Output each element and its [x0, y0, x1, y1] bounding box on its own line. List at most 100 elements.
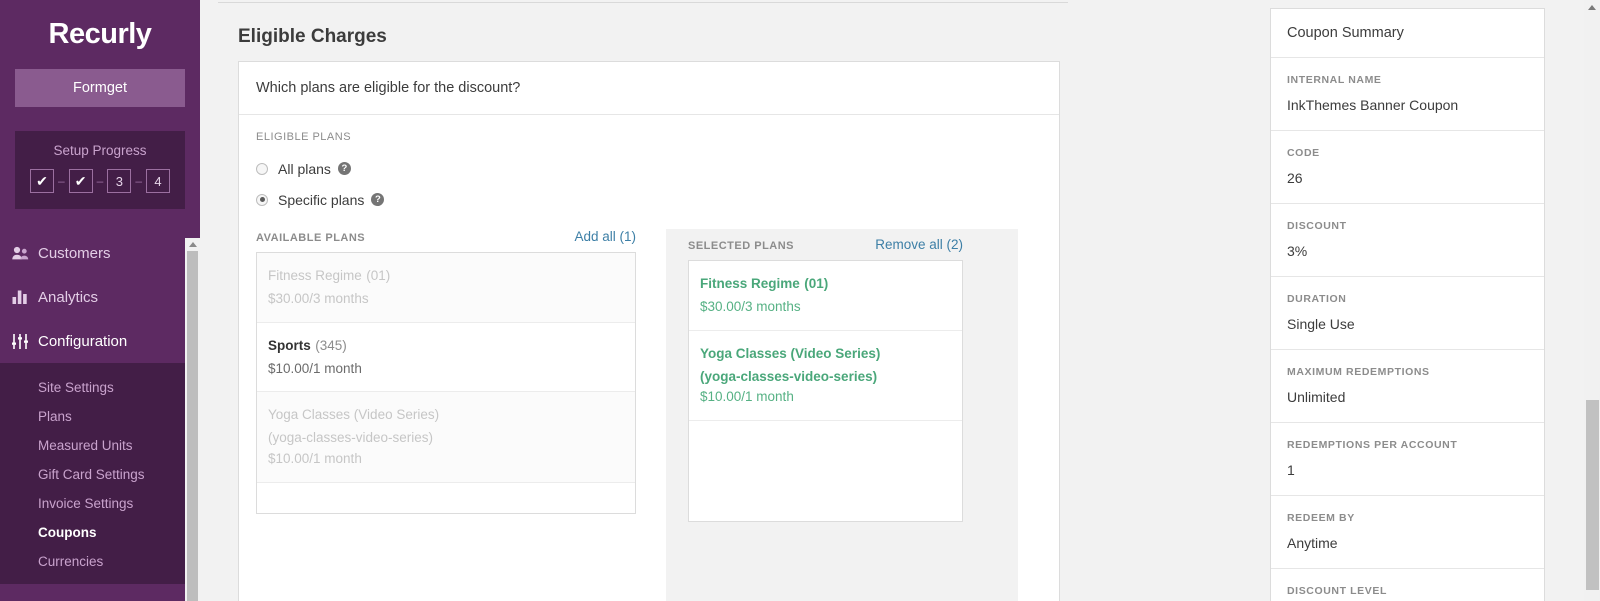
list-item[interactable]: Fitness Regime (01) $30.00/3 months: [257, 253, 635, 323]
list-item[interactable]: Fitness Regime (01) $30.00/3 months: [689, 261, 962, 331]
setup-step-4[interactable]: 4: [146, 169, 171, 193]
eligible-plans-body: ELIGIBLE PLANS All plans ? Specific plan…: [239, 115, 1059, 601]
radio-specific-plans-label: Specific plans: [278, 191, 365, 208]
list-item[interactable]: Sports (345) $10.00/1 month: [257, 323, 635, 393]
setup-progress-steps: ✔ – ✔ – 3 – 4: [15, 169, 185, 193]
available-plans-header: AVAILABLE PLANS Add all (1): [256, 229, 636, 252]
plan-slug: (yoga-classes-video-series): [268, 430, 434, 446]
summary-row-discount-level: DISCOUNT LEVEL: [1271, 569, 1544, 601]
summary-label: DURATION: [1287, 293, 1347, 305]
sidebar-item-site-settings[interactable]: Site Settings: [0, 373, 200, 402]
main-content: Eligible Charges Which plans are eligibl…: [200, 0, 1248, 601]
plan-code: (01): [804, 276, 829, 291]
summary-value: 1: [1287, 462, 1295, 478]
summary-row-redemptions-per-account: REDEMPTIONS PER ACCOUNT 1: [1271, 423, 1544, 496]
summary-value: InkThemes Banner Coupon: [1287, 97, 1459, 113]
available-plans-list[interactable]: Fitness Regime (01) $30.00/3 months Spor…: [256, 252, 636, 514]
sidebar-scrollbar-thumb[interactable]: [187, 251, 198, 601]
plan-price: $10.00/1 month: [268, 360, 362, 376]
summary-row-duration: DURATION Single Use: [1271, 277, 1544, 350]
add-all-link[interactable]: Add all (1): [574, 229, 636, 244]
sidebar-item-gift-card-settings[interactable]: Gift Card Settings: [0, 460, 200, 489]
plan-price: $10.00/1 month: [268, 451, 362, 467]
selected-plans-list[interactable]: Fitness Regime (01) $30.00/3 months Yoga…: [688, 260, 963, 522]
top-divider: [218, 2, 1068, 3]
radio-all-plans[interactable]: [256, 162, 268, 175]
plan-picker: AVAILABLE PLANS Add all (1) Fitness Regi…: [256, 229, 1042, 601]
sidebar-item-invoice-settings[interactable]: Invoice Settings: [0, 489, 200, 518]
step-separator: –: [96, 174, 104, 188]
sidebar-item-label: Configuration: [38, 332, 128, 350]
plan-name: Yoga Classes (Video Series): [268, 407, 440, 423]
option-specific-plans[interactable]: Specific plans ?: [256, 184, 1042, 215]
summary-card: Coupon Summary INTERNAL NAME InkThemes B…: [1270, 8, 1545, 601]
people-icon: [12, 246, 38, 260]
sidebar-scrollbar[interactable]: [185, 238, 200, 601]
radio-specific-plans[interactable]: [256, 193, 268, 206]
sidebar-item-plans[interactable]: Plans: [0, 402, 200, 431]
scroll-up-arrow-icon[interactable]: [1584, 0, 1600, 14]
help-icon[interactable]: ?: [337, 162, 351, 175]
summary-label: REDEMPTIONS PER ACCOUNT: [1287, 439, 1458, 451]
plan-price: $10.00/1 month: [700, 389, 794, 405]
summary-label: INTERNAL NAME: [1287, 74, 1382, 86]
list-item[interactable]: Yoga Classes (Video Series) (yoga-classe…: [689, 331, 962, 422]
plan-code: (345): [315, 337, 347, 353]
selected-plans-heading: SELECTED PLANS: [688, 240, 795, 252]
plan-price: $30.00/3 months: [700, 298, 801, 314]
sidebar-item-label: Customers: [38, 244, 111, 262]
summary-value: 26: [1287, 170, 1303, 186]
summary-row-maximum-redemptions: MAXIMUM REDEMPTIONS Unlimited: [1271, 350, 1544, 423]
available-plans-column: AVAILABLE PLANS Add all (1) Fitness Regi…: [256, 229, 636, 601]
eligible-plans-card: Which plans are eligible for the discoun…: [238, 61, 1060, 601]
summary-label: DISCOUNT LEVEL: [1287, 585, 1387, 597]
sidebar-item-customers[interactable]: Customers: [0, 231, 200, 275]
sidebar-item-coupons[interactable]: Coupons: [0, 518, 200, 547]
brand-logo[interactable]: Recurly: [0, 0, 200, 61]
selected-plans-column: SELECTED PLANS Remove all (2) Fitness Re…: [666, 229, 1018, 601]
summary-value: Single Use: [1287, 316, 1355, 332]
summary-value: Anytime: [1287, 535, 1338, 551]
available-plans-heading: AVAILABLE PLANS: [256, 232, 366, 244]
help-icon[interactable]: ?: [371, 193, 385, 206]
sliders-icon: [12, 333, 38, 349]
summary-row-redeem-by: REDEEM BY Anytime: [1271, 496, 1544, 569]
bar-chart-icon: [12, 290, 38, 304]
setup-step-3[interactable]: 3: [107, 169, 132, 193]
page-title: Eligible Charges: [238, 26, 387, 47]
page-scrollbar-thumb[interactable]: [1586, 400, 1599, 590]
summary-value: 3%: [1287, 243, 1308, 259]
sidebar-item-measured-units[interactable]: Measured Units: [0, 431, 200, 460]
option-all-plans[interactable]: All plans ?: [256, 153, 1042, 184]
selected-plans-header: SELECTED PLANS Remove all (2): [688, 237, 963, 260]
summary-row-code: CODE 26: [1271, 131, 1544, 204]
setup-step-2[interactable]: ✔: [68, 169, 93, 193]
plan-name: Fitness Regime: [268, 268, 362, 283]
sidebar-item-currencies[interactable]: Currencies: [0, 547, 200, 576]
summary-label: REDEEM BY: [1287, 512, 1355, 524]
list-item[interactable]: Yoga Classes (Video Series) (yoga-classe…: [257, 392, 635, 484]
scroll-up-arrow-icon[interactable]: [185, 238, 200, 251]
plan-name: Yoga Classes (Video Series): [700, 345, 881, 361]
app-root: Recurly Formget Setup Progress ✔ – ✔ – 3…: [0, 0, 1600, 601]
radio-all-plans-label: All plans: [278, 160, 331, 177]
sidebar-item-configuration[interactable]: Configuration: [0, 319, 200, 363]
summary-label: CODE: [1287, 147, 1320, 159]
plan-slug: (yoga-classes-video-series): [700, 368, 878, 384]
setup-step-1[interactable]: ✔: [29, 169, 54, 193]
step-separator: –: [135, 174, 143, 188]
step-separator: –: [57, 174, 65, 188]
remove-all-link[interactable]: Remove all (2): [875, 237, 963, 252]
eligible-plans-question: Which plans are eligible for the discoun…: [239, 62, 1059, 115]
sidebar-item-analytics[interactable]: Analytics: [0, 275, 200, 319]
coupon-summary-panel: Coupon Summary INTERNAL NAME InkThemes B…: [1248, 0, 1600, 601]
sidebar-item-label: Analytics: [38, 288, 99, 306]
plan-price: $30.00/3 months: [268, 290, 369, 306]
summary-row-internal-name: INTERNAL NAME InkThemes Banner Coupon: [1271, 58, 1544, 131]
summary-label: DISCOUNT: [1287, 220, 1347, 232]
summary-title: Coupon Summary: [1271, 9, 1544, 58]
summary-row-discount: DISCOUNT 3%: [1271, 204, 1544, 277]
eligible-plans-field-label: ELIGIBLE PLANS: [256, 131, 352, 143]
page-scrollbar[interactable]: [1584, 0, 1600, 601]
account-switcher-button[interactable]: Formget: [15, 69, 185, 107]
